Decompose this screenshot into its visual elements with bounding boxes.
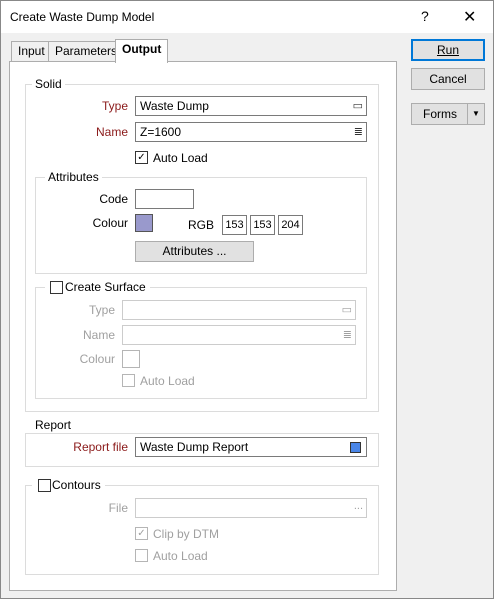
tab-parameters[interactable]: Parameters: [48, 41, 125, 62]
surface-auto-load-checkbox: [122, 374, 135, 387]
tab-output[interactable]: Output: [115, 39, 169, 63]
solid-type-field[interactable]: Waste Dump ▭: [135, 96, 367, 116]
run-label: Run: [436, 43, 459, 57]
colour-swatch[interactable]: [135, 214, 153, 232]
rgb-blue-field[interactable]: 204: [278, 215, 303, 235]
cancel-button[interactable]: Cancel: [411, 68, 485, 90]
close-icon[interactable]: ✕: [463, 7, 476, 27]
contours-label: Contours: [52, 478, 101, 492]
solid-auto-load-checkbox[interactable]: ✓: [135, 151, 148, 164]
solid-type-label: Type: [101, 99, 128, 113]
solid-group-label: Solid: [32, 77, 65, 91]
code-field[interactable]: [135, 189, 194, 209]
report-file-field[interactable]: Waste Dump Report: [135, 437, 367, 457]
attributes-button[interactable]: Attributes ...: [135, 241, 254, 262]
surface-type-label: Type: [88, 303, 115, 317]
output-tab-panel: Solid Type Waste Dump ▭ Name Z=1600 ≣ ✓ …: [9, 61, 397, 591]
report-file-value: Waste Dump Report: [140, 440, 249, 454]
solid-name-label: Name: [95, 125, 128, 139]
solid-auto-load-label: Auto Load: [153, 151, 208, 165]
surface-colour-swatch: [122, 350, 140, 368]
list-icon[interactable]: ≣: [354, 123, 363, 141]
title-bar: Create Waste Dump Model ? ✕: [1, 1, 493, 33]
surface-name-label: Name: [82, 328, 115, 342]
contours-checkbox[interactable]: [38, 479, 51, 492]
browse-dots-icon: ▭: [341, 304, 352, 316]
attributes-group-label: Attributes: [45, 170, 102, 184]
window-title: Create Waste Dump Model: [10, 10, 155, 24]
report-file-icon[interactable]: [350, 442, 361, 453]
rgb-label: RGB: [188, 218, 215, 232]
clip-by-dtm-label: Clip by DTM: [153, 527, 220, 541]
browse-dots-icon: ...: [353, 500, 363, 512]
browse-dots-icon[interactable]: ▭: [353, 97, 363, 115]
contours-file-field: ...: [135, 498, 367, 518]
solid-name-field[interactable]: Z=1600 ≣: [135, 122, 367, 142]
clip-by-dtm-checkbox: ✓: [135, 527, 148, 540]
create-surface-checkbox[interactable]: [50, 281, 63, 294]
contours-file-label: File: [108, 501, 128, 515]
surface-colour-label: Colour: [79, 352, 115, 366]
surface-auto-load-label: Auto Load: [140, 374, 195, 388]
colour-label: Colour: [92, 216, 128, 230]
contours-auto-load-label: Auto Load: [153, 549, 208, 563]
run-button[interactable]: Run: [411, 39, 485, 61]
create-surface-label: Create Surface: [65, 280, 146, 294]
surface-name-field: ≣: [122, 325, 356, 345]
dialog-window: Create Waste Dump Model ? ✕ Input Parame…: [0, 0, 494, 599]
forms-dropdown-arrow-icon[interactable]: ▼: [467, 103, 485, 125]
report-file-label: Report file: [73, 440, 128, 454]
rgb-red-field[interactable]: 153: [222, 215, 247, 235]
contours-auto-load-checkbox: [135, 549, 148, 562]
report-group-label: Report: [32, 418, 75, 432]
code-label: Code: [99, 192, 128, 206]
help-icon[interactable]: ?: [421, 8, 429, 24]
rgb-green-field[interactable]: 153: [250, 215, 275, 235]
solid-type-value: Waste Dump: [140, 99, 209, 113]
surface-type-field: ▭: [122, 300, 356, 320]
tab-input[interactable]: Input: [11, 41, 52, 62]
list-icon: ≣: [342, 329, 352, 341]
solid-name-value: Z=1600: [140, 125, 182, 139]
forms-button[interactable]: Forms: [411, 103, 468, 125]
